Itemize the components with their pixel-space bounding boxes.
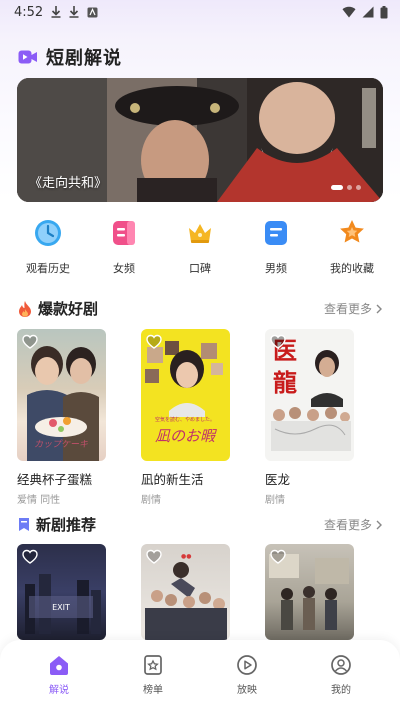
status-bar: 4:52 — [0, 0, 400, 24]
tab-label: 榜单 — [143, 685, 163, 696]
tab-label: 解说 — [49, 685, 69, 696]
section-title: 爆款好剧 — [38, 300, 99, 318]
tab-label: 放映 — [237, 685, 257, 696]
tab-screening[interactable]: 放映 — [212, 640, 282, 710]
drama-title: 经典杯子蛋糕 — [17, 472, 93, 487]
hero-banner[interactable]: 《走向共和》 — [17, 78, 383, 202]
hot-drama-list: カップケーキ 经典杯子蛋糕 爱情 同性 空気を読む、やめました。 凪のお暇 凪的… — [17, 329, 354, 506]
svg-text:空気を読む、やめました。: 空気を読む、やめました。 — [155, 416, 215, 423]
page-header: 短剧解说 — [18, 44, 122, 70]
download-icon — [69, 6, 79, 18]
poster-iryu: 医 龍 — [265, 329, 354, 461]
app-notification-icon — [87, 7, 98, 17]
nav-label: 观看历史 — [26, 262, 70, 275]
drama-tags: 爱情 同性 — [17, 495, 61, 506]
favorite-icon[interactable] — [22, 549, 38, 565]
nav-label: 女频 — [113, 262, 135, 275]
banner-caption: 《走向共和》 — [29, 176, 108, 191]
hot-section-header: 爆款好剧 查看更多 — [18, 298, 382, 319]
favorite-icon[interactable] — [270, 549, 286, 565]
drama-card[interactable]: 空気を読む、やめました。 凪のお暇 凪的新生活 剧情 — [141, 329, 230, 506]
nav-watch-history[interactable]: 观看历史 — [15, 218, 81, 276]
signal-icon — [362, 6, 374, 18]
poster-crowd: ●● — [141, 544, 230, 640]
nav-reputation[interactable]: 口碑 — [167, 218, 233, 276]
tab-label: 我的 — [331, 685, 351, 696]
tab-ranking[interactable]: 榜单 — [118, 640, 188, 710]
favorite-icon[interactable] — [22, 334, 38, 350]
crown-icon — [189, 224, 211, 243]
ranking-icon — [144, 655, 162, 675]
pagination-dot-active[interactable] — [331, 185, 343, 190]
bookmark-icon — [19, 518, 29, 531]
tab-explain[interactable]: 解说 — [24, 640, 94, 710]
drama-card[interactable]: ●● — [141, 544, 230, 640]
favorite-icon[interactable] — [146, 549, 162, 565]
profile-icon — [331, 655, 351, 675]
status-time: 4:52 — [14, 4, 44, 20]
explain-icon — [50, 656, 68, 675]
chevron-right-icon — [376, 520, 382, 529]
battery-icon — [380, 5, 388, 18]
drama-card[interactable] — [265, 544, 354, 640]
poster-city: EXIT — [17, 544, 106, 640]
video-camera-icon — [18, 50, 37, 64]
new-drama-list: EXIT ●● — [17, 544, 354, 640]
clock-icon — [35, 220, 61, 246]
drama-tags: 剧情 — [265, 495, 285, 506]
play-icon — [237, 655, 257, 675]
tab-mine[interactable]: 我的 — [306, 640, 376, 710]
poster-street — [265, 544, 354, 640]
nav-female-channel[interactable]: 女频 — [91, 218, 157, 276]
star-icon — [340, 220, 364, 243]
nav-label: 男频 — [265, 262, 287, 275]
drama-tags: 剧情 — [141, 495, 161, 506]
favorite-icon[interactable] — [270, 334, 286, 350]
poster-nagi: 空気を読む、やめました。 凪のお暇 — [141, 329, 230, 461]
banner-pagination[interactable] — [331, 185, 361, 190]
favorite-icon[interactable] — [146, 334, 162, 350]
flame-icon — [19, 300, 31, 317]
drama-title: 凪的新生活 — [141, 472, 204, 487]
svg-text:●●: ●● — [181, 553, 191, 560]
svg-text:凪のお暇: 凪のお暇 — [155, 427, 217, 445]
nav-label: 我的收藏 — [330, 262, 374, 275]
bottom-tab-bar: 解说 榜单 放映 我的 — [0, 640, 400, 710]
pagination-dot[interactable] — [347, 185, 352, 190]
drama-card[interactable]: 医 龍 医龙 剧情 — [265, 329, 354, 506]
drama-card[interactable]: カップケーキ 经典杯子蛋糕 爱情 同性 — [17, 329, 106, 506]
view-more-label: 查看更多 — [323, 518, 372, 532]
view-more-label: 查看更多 — [323, 302, 372, 316]
chevron-right-icon — [376, 304, 382, 313]
svg-text:龍: 龍 — [273, 368, 297, 397]
poster-cupcake: カップケーキ — [17, 329, 106, 461]
drama-title: 医龙 — [265, 472, 291, 487]
svg-text:EXIT: EXIT — [52, 603, 70, 612]
female-book-icon — [113, 221, 135, 245]
male-book-icon — [265, 221, 287, 245]
nav-male-channel[interactable]: 男频 — [243, 218, 309, 276]
download-icon — [51, 6, 61, 18]
wifi-icon — [342, 6, 356, 18]
page-title: 短剧解说 — [46, 48, 122, 69]
nav-label: 口碑 — [189, 262, 211, 275]
new-section-header: 新剧推荐 查看更多 — [18, 514, 382, 535]
pagination-dot[interactable] — [356, 185, 361, 190]
nav-my-favorites[interactable]: 我的收藏 — [319, 218, 385, 276]
section-title: 新剧推荐 — [36, 516, 97, 534]
drama-card[interactable]: EXIT — [17, 544, 106, 640]
svg-text:カップケーキ: カップケーキ — [34, 439, 88, 450]
view-more-link[interactable]: 查看更多 — [324, 300, 382, 317]
view-more-link[interactable]: 查看更多 — [324, 516, 382, 533]
quick-nav: 观看历史 女频 口碑 男频 我的收藏 — [0, 218, 400, 276]
